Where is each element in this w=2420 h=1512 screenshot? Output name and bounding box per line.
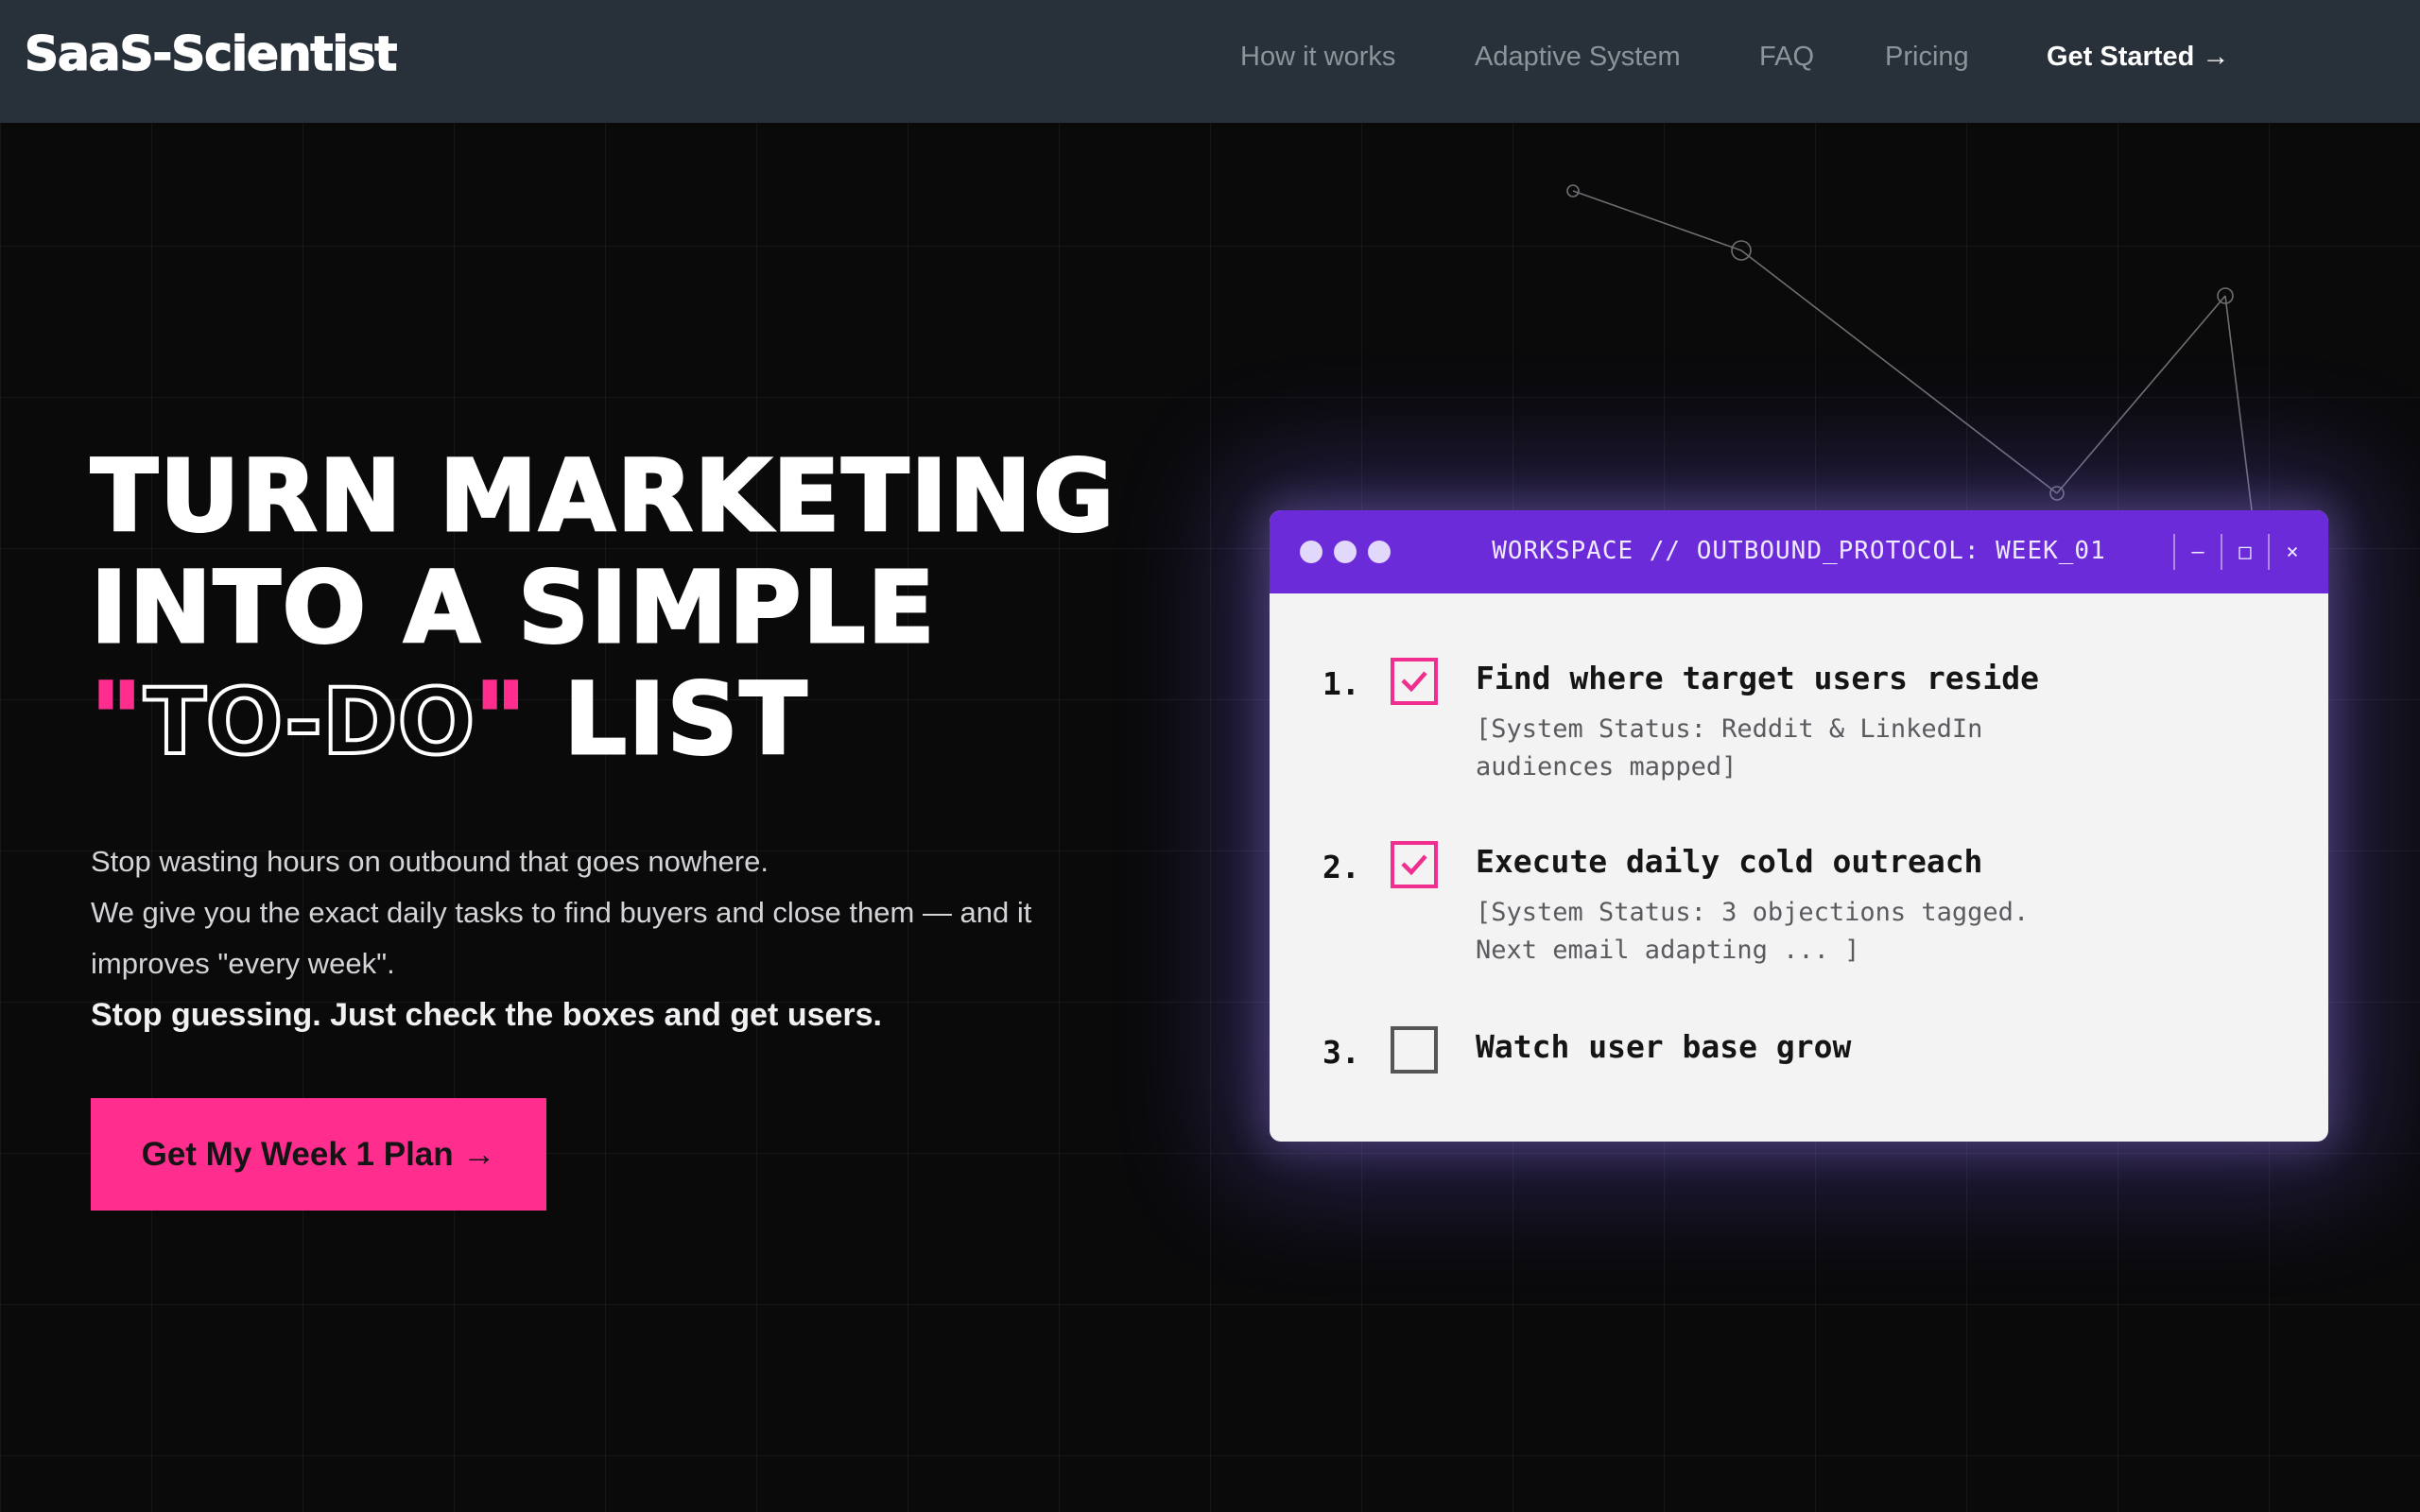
nav-links: How it works Adaptive System FAQ Pricing… xyxy=(0,42,2420,79)
task-number: 2. xyxy=(1322,849,1360,885)
quote-open: " xyxy=(89,662,145,777)
task-title: Find where target users reside xyxy=(1476,660,2040,696)
window-title: WORKSPACE // OUTBOUND_PROTOCOL: WEEK_01 xyxy=(1492,537,2106,565)
subtext-line-1: Stop wasting hours on outbound that goes… xyxy=(91,845,769,878)
task-status: [System Status: Reddit & LinkedIn audien… xyxy=(1476,714,1983,782)
headline-todo: TO-DO xyxy=(142,667,476,777)
window-controls: – □ × xyxy=(2173,529,2315,575)
window-title-bar: WORKSPACE // OUTBOUND_PROTOCOL: WEEK_01 … xyxy=(1270,510,2328,593)
task-title: Execute daily cold outreach xyxy=(1476,843,1983,880)
maximize-icon[interactable]: □ xyxy=(2221,534,2268,570)
task-checkbox[interactable] xyxy=(1391,841,1438,888)
nav-link-adaptive-system[interactable]: Adaptive System xyxy=(1475,42,1681,73)
headline-list: LIST xyxy=(562,662,809,777)
get-started-link[interactable]: Get Started → xyxy=(2047,42,2229,73)
nav-link-pricing[interactable]: Pricing xyxy=(1885,42,1969,73)
task-number: 1. xyxy=(1322,665,1360,702)
subtext-line-2: We give you the exact daily tasks to fin… xyxy=(91,896,1032,980)
task-checkbox[interactable] xyxy=(1391,658,1438,705)
check-icon xyxy=(1401,854,1427,876)
hero-subtext: Stop wasting hours on outbound that goes… xyxy=(91,836,1131,989)
close-icon[interactable]: × xyxy=(2268,534,2315,570)
nav-link-how-it-works[interactable]: How it works xyxy=(1240,42,1395,73)
top-navbar: SaaS-Scientist How it works Adaptive Sys… xyxy=(0,0,2420,123)
task-status: [System Status: 3 objections tagged. Nex… xyxy=(1476,898,2030,965)
task-title: Watch user base grow xyxy=(1476,1028,1852,1065)
workspace-window: WORKSPACE // OUTBOUND_PROTOCOL: WEEK_01 … xyxy=(1270,510,2328,1142)
quote-close: " xyxy=(474,662,528,777)
headline-line-3: "TO-DO" LIST xyxy=(89,662,1115,778)
check-icon xyxy=(1401,671,1427,693)
headline-line-2: INTO A SIMPLE xyxy=(89,550,937,665)
get-week1-plan-button[interactable]: Get My Week 1 Plan → xyxy=(91,1098,546,1211)
task-number: 3. xyxy=(1322,1034,1360,1071)
headline-line-1: TURN MARKETING xyxy=(89,438,1116,554)
nav-link-faq[interactable]: FAQ xyxy=(1759,42,1814,73)
hero-tagline: Stop guessing. Just check the boxes and … xyxy=(91,997,883,1033)
minimize-icon[interactable]: – xyxy=(2173,534,2221,570)
task-checkbox[interactable] xyxy=(1391,1026,1438,1074)
hero-headline: TURN MARKETING INTO A SIMPLE "TO-DO" LIS… xyxy=(89,438,1116,778)
